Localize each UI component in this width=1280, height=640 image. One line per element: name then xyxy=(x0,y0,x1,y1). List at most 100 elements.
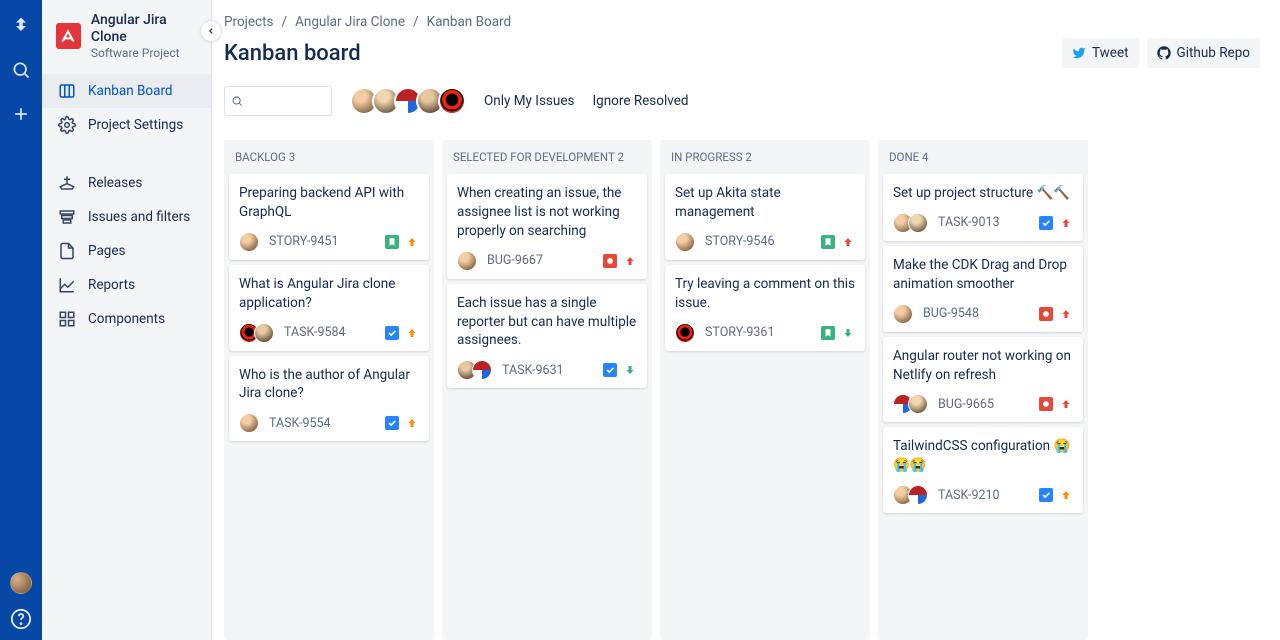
avatar xyxy=(675,232,695,252)
sidebar-item-releases[interactable]: Releases xyxy=(42,166,211,200)
help-icon[interactable] xyxy=(10,608,32,630)
issue-card[interactable]: When creating an issue, the assignee lis… xyxy=(447,174,647,279)
column-title: BACKLOG 3 xyxy=(229,148,429,174)
breadcrumb-link[interactable]: Projects xyxy=(224,14,274,30)
page-icon xyxy=(58,242,76,260)
breadcrumb-link[interactable]: Angular Jira Clone xyxy=(295,14,405,30)
sidebar-item-pages[interactable]: Pages xyxy=(42,234,211,268)
avatar xyxy=(239,413,259,433)
sidebar-item-label: Reports xyxy=(88,277,135,293)
issue-title: Make the CDK Drag and Drop animation smo… xyxy=(893,256,1073,294)
priority-icon xyxy=(623,254,637,268)
issue-type-icon xyxy=(1039,488,1053,502)
search-input[interactable] xyxy=(224,86,332,116)
avatar xyxy=(239,232,259,252)
priority-icon xyxy=(405,235,419,249)
issue-key: TASK-9013 xyxy=(938,215,1000,230)
board-column: IN PROGRESS 2Set up Akita state manageme… xyxy=(660,140,870,640)
issue-key: STORY-9361 xyxy=(705,325,774,340)
issue-card[interactable]: Who is the author of Angular Jira clone?… xyxy=(229,356,429,442)
issue-type-icon xyxy=(385,326,399,340)
assignee-avatars xyxy=(457,360,492,380)
global-nav-rail xyxy=(0,0,42,640)
assignee-avatars xyxy=(457,251,477,271)
issue-type-icon xyxy=(385,235,399,249)
project-sidebar: Angular Jira Clone Software Project Kanb… xyxy=(42,0,212,640)
issue-type-icon xyxy=(603,254,617,268)
filter-icon xyxy=(58,208,76,226)
issue-title: What is Angular Jira clone application? xyxy=(239,275,419,313)
assignee-avatars xyxy=(893,304,913,324)
component-icon xyxy=(58,310,76,328)
priority-icon xyxy=(1059,307,1073,321)
issue-key: TASK-9631 xyxy=(502,363,564,378)
avatar xyxy=(908,394,928,414)
issue-type-icon xyxy=(1039,216,1053,230)
issue-key: STORY-9451 xyxy=(269,234,338,249)
board-icon xyxy=(58,82,76,100)
board-filters: Only My Issues Ignore Resolved xyxy=(224,86,1260,116)
tweet-button[interactable]: Tweet xyxy=(1062,38,1139,68)
avatar xyxy=(893,304,913,324)
assignee-avatars xyxy=(893,394,928,414)
issue-type-icon xyxy=(1039,307,1053,321)
search-field[interactable] xyxy=(243,94,325,109)
issue-key: STORY-9546 xyxy=(705,234,774,249)
issue-card[interactable]: Each issue has a single reporter but can… xyxy=(447,284,647,389)
avatar xyxy=(908,213,928,233)
priority-icon xyxy=(1059,488,1073,502)
issue-key: TASK-9584 xyxy=(284,325,346,340)
avatar[interactable] xyxy=(438,87,466,115)
breadcrumb-link[interactable]: Kanban Board xyxy=(427,14,512,30)
sidebar-item-label: Kanban Board xyxy=(88,83,173,99)
issue-card[interactable]: Preparing backend API with GraphQLSTORY-… xyxy=(229,174,429,260)
project-name: Angular Jira Clone xyxy=(91,12,201,46)
sidebar-item-components[interactable]: Components xyxy=(42,302,211,336)
issue-key: BUG-9665 xyxy=(938,397,994,412)
sidebar-item-label: Pages xyxy=(88,243,126,259)
issue-key: TASK-9554 xyxy=(269,416,331,431)
sidebar-item-label: Project Settings xyxy=(88,117,183,133)
sidebar-item-label: Components xyxy=(88,311,165,327)
create-icon[interactable] xyxy=(7,100,35,128)
priority-icon xyxy=(623,363,637,377)
assignee-avatars xyxy=(675,232,695,252)
issue-card[interactable]: What is Angular Jira clone application? T… xyxy=(229,265,429,351)
column-title: SELECTED FOR DEVELOPMENT 2 xyxy=(447,148,647,174)
issue-card[interactable]: Try leaving a comment on this issue. STOR… xyxy=(665,265,865,351)
user-avatar[interactable] xyxy=(10,572,32,594)
project-header: Angular Jira Clone Software Project xyxy=(42,12,211,74)
board-column: DONE 4Set up project structure 🔨🔨TASK-90… xyxy=(878,140,1088,640)
assignee-avatars xyxy=(893,213,928,233)
sidebar-item-reports[interactable]: Reports xyxy=(42,268,211,302)
sidebar-item-kanban[interactable]: Kanban Board xyxy=(42,74,211,108)
breadcrumb: Projects / Angular Jira Clone / Kanban B… xyxy=(224,14,1260,30)
github-button[interactable]: Github Repo xyxy=(1147,38,1260,68)
issue-title: When creating an issue, the assignee lis… xyxy=(457,184,637,241)
sidebar-item-issues[interactable]: Issues and filters xyxy=(42,200,211,234)
issue-card[interactable]: Set up Akita state managementSTORY-9546 xyxy=(665,174,865,260)
search-icon[interactable] xyxy=(7,56,35,84)
sidebar-item-settings[interactable]: Project Settings xyxy=(42,108,211,142)
page-title: Kanban board xyxy=(224,41,361,66)
issue-title: Each issue has a single reporter but can… xyxy=(457,294,637,351)
avatar xyxy=(457,251,477,271)
twitter-icon xyxy=(1072,46,1086,60)
avatar xyxy=(908,485,928,505)
column-title: IN PROGRESS 2 xyxy=(665,148,865,174)
member-filter xyxy=(350,87,466,115)
main-content: Projects / Angular Jira Clone / Kanban B… xyxy=(212,0,1280,640)
issue-card[interactable]: TailwindCSS configuration 😭😭😭TASK-9210 xyxy=(883,427,1083,513)
assignee-avatars xyxy=(893,485,928,505)
issue-card[interactable]: Set up project structure 🔨🔨TASK-9013 xyxy=(883,174,1083,241)
issue-card[interactable]: Make the CDK Drag and Drop animation smo… xyxy=(883,246,1083,332)
avatar xyxy=(254,323,274,343)
jira-logo-icon[interactable] xyxy=(7,12,35,40)
issue-title: Angular router not working on Netlify on… xyxy=(893,347,1073,385)
issue-card[interactable]: Angular router not working on Netlify on… xyxy=(883,337,1083,423)
kanban-board: BACKLOG 3Preparing backend API with Grap… xyxy=(224,140,1260,640)
issue-title: Try leaving a comment on this issue. xyxy=(675,275,855,313)
project-subtitle: Software Project xyxy=(91,46,201,60)
ignore-resolved-filter[interactable]: Ignore Resolved xyxy=(592,93,688,109)
only-my-issues-filter[interactable]: Only My Issues xyxy=(484,93,574,109)
